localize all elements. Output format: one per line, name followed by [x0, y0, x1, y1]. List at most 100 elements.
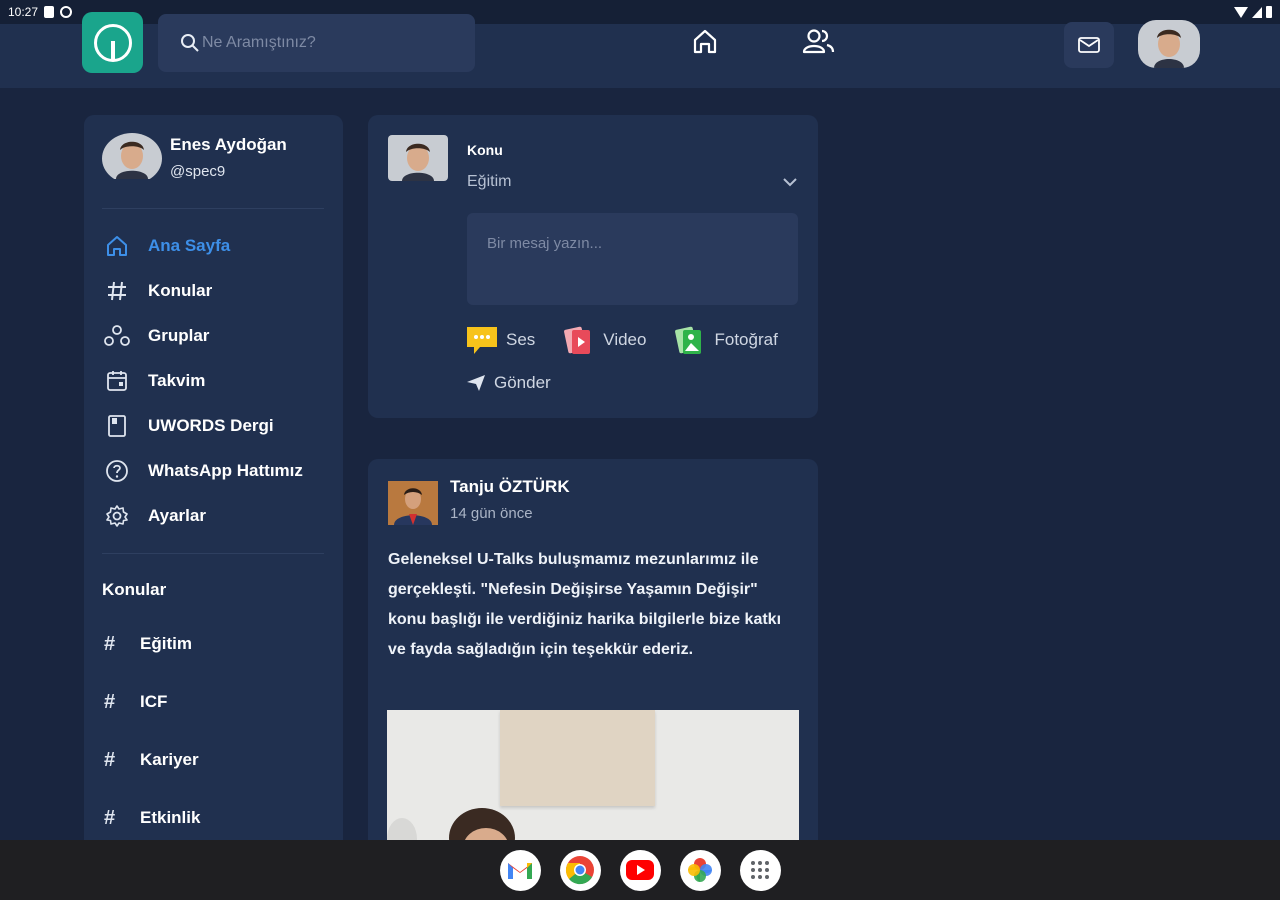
status-time: 10:27: [8, 5, 39, 19]
groups-icon: [104, 324, 130, 346]
photos-icon: [688, 858, 712, 882]
avatar[interactable]: [388, 481, 438, 525]
hash-icon: #: [104, 632, 116, 655]
topic-item-etkinlik[interactable]: # Etkinlik: [104, 789, 200, 847]
topic-label: ICF: [140, 692, 168, 711]
feed-post: Tanju ÖZTÜRK 14 gün önce Geleneksel U-Ta…: [368, 459, 818, 859]
app-logo[interactable]: [82, 12, 143, 73]
sidebar-item-calendar[interactable]: Takvim: [104, 358, 334, 403]
app-drawer[interactable]: [739, 849, 781, 891]
send-icon: [467, 375, 485, 391]
topic-label: Etkinlik: [140, 808, 201, 827]
apps-icon: [751, 861, 769, 879]
sidebar-item-magazine[interactable]: UWORDS Dergi: [104, 403, 334, 448]
send-button[interactable]: Gönder: [466, 373, 551, 393]
attachment-actions: Ses Video Fotoğraf: [466, 325, 778, 355]
topic-list: # Eğitim # ICF # Kariyer # Etkinlik: [104, 615, 200, 847]
wifi-icon: [1234, 6, 1248, 18]
search-icon: [181, 34, 199, 52]
mail-icon: [1078, 37, 1100, 53]
post-composer: Konu Eğitim Ses Video Fotoğraf Gönder: [368, 115, 818, 418]
top-app-bar: [0, 12, 1280, 88]
user-avatar-menu[interactable]: [1138, 20, 1200, 68]
audio-message-icon: [467, 327, 497, 354]
gmail-icon: [508, 863, 532, 879]
avatar: [1138, 20, 1200, 68]
message-input[interactable]: [467, 213, 798, 305]
topic-select-label: Konu: [467, 142, 503, 158]
sidebar-item-settings[interactable]: Ayarlar: [104, 493, 334, 538]
post-time: 14 gün önce: [450, 505, 533, 522]
audio-label: Ses: [506, 330, 536, 349]
avatar: [102, 133, 162, 184]
topic-label: Kariyer: [140, 750, 199, 769]
battery-icon: [1266, 6, 1272, 18]
settings-status-icon: [60, 6, 73, 18]
sidebar-item-label: Konular: [148, 280, 213, 300]
sidebar-item-label: Ayarlar: [148, 505, 206, 525]
wall-frame: [500, 710, 655, 806]
gmail-app[interactable]: [499, 849, 541, 891]
home-icon: [107, 235, 127, 256]
topics-heading: Konular: [102, 580, 167, 599]
post-image[interactable]: [387, 710, 799, 859]
topic-item-kariyer[interactable]: # Kariyer: [104, 731, 200, 789]
send-label: Gönder: [494, 373, 551, 392]
sidebar-item-home[interactable]: Ana Sayfa: [104, 223, 334, 268]
hash-icon: [108, 281, 126, 300]
sidebar-item-label: Takvim: [148, 370, 206, 390]
sidebar-item-label: WhatsApp Hattımız: [148, 460, 303, 480]
system-dock: [0, 840, 1280, 900]
home-nav-button[interactable]: [688, 24, 722, 58]
video-label: Video: [603, 330, 647, 349]
hash-icon: #: [104, 690, 116, 713]
sidebar: Enes Aydoğan @spec9 Ana Sayfa Konular Gr…: [84, 115, 343, 855]
messages-button[interactable]: [1064, 22, 1114, 68]
profile-handle: @spec9: [170, 163, 226, 180]
sidebar-item-label: UWORDS Dergi: [148, 415, 274, 435]
sidebar-item-whatsapp[interactable]: WhatsApp Hattımız: [104, 448, 334, 493]
hash-icon: #: [104, 748, 116, 771]
youtube-app[interactable]: [619, 849, 661, 891]
hash-icon: #: [104, 806, 116, 829]
topic-item-icf[interactable]: # ICF: [104, 673, 200, 731]
search-input[interactable]: [202, 34, 462, 52]
photo-icon: [675, 326, 702, 354]
sidebar-item-groups[interactable]: Gruplar: [104, 313, 334, 358]
search-bar[interactable]: [158, 14, 475, 72]
video-button[interactable]: Video: [563, 325, 646, 355]
sidebar-item-label: Ana Sayfa: [148, 235, 231, 255]
sidebar-menu: Ana Sayfa Konular Gruplar Takvim UWORDS …: [104, 223, 334, 538]
photos-app[interactable]: [679, 849, 721, 891]
video-icon: [564, 326, 591, 354]
profile-name: Enes Aydoğan: [170, 135, 287, 154]
youtube-icon: [626, 860, 654, 880]
post-text: Geleneksel U-Talks buluşmamız mezunlarım…: [388, 551, 782, 658]
tree-logo-icon: [93, 23, 132, 62]
avatar: [388, 135, 448, 181]
topic-item-egitim[interactable]: # Eğitim: [104, 615, 200, 673]
photo-button[interactable]: Fotoğraf: [674, 325, 778, 355]
settings-icon: [106, 504, 128, 527]
people-nav-button[interactable]: [801, 24, 835, 58]
topic-select[interactable]: Eğitim: [467, 173, 798, 191]
topic-label: Eğitim: [140, 634, 192, 653]
chevron-down-icon: [783, 178, 797, 187]
signal-icon: [1252, 6, 1262, 18]
calendar-icon: [107, 370, 127, 391]
post-author[interactable]: Tanju ÖZTÜRK: [450, 477, 570, 497]
magazine-icon: [108, 414, 126, 437]
chrome-app[interactable]: [559, 849, 601, 891]
sidebar-item-topics[interactable]: Konular: [104, 268, 334, 313]
people-icon: [802, 29, 835, 54]
home-icon: [693, 29, 717, 54]
user-profile[interactable]: Enes Aydoğan @spec9: [102, 133, 287, 184]
sidebar-item-label: Gruplar: [148, 325, 210, 345]
audio-button[interactable]: Ses: [466, 325, 535, 355]
chrome-icon: [565, 856, 594, 885]
help-icon: [106, 459, 128, 482]
divider: [102, 553, 324, 554]
divider: [102, 208, 324, 209]
topic-select-value: Eğitim: [467, 173, 512, 190]
sim-icon: [44, 6, 55, 18]
